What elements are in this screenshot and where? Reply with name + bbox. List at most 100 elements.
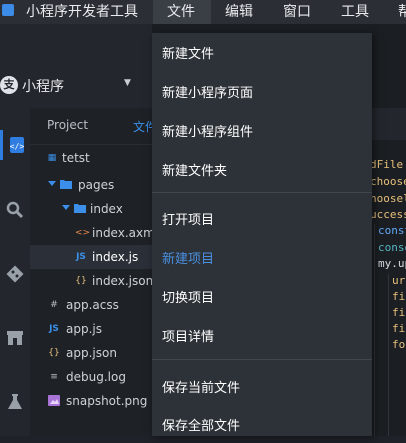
menu-window[interactable]: 窗口 xyxy=(283,0,311,24)
code-line: fo xyxy=(392,338,406,351)
menu-item-label: 项目详情 xyxy=(162,330,215,345)
tree-item-pages[interactable]: pages xyxy=(30,173,152,197)
search-icon xyxy=(6,201,24,219)
menu-item-label: 切换项目 xyxy=(162,291,215,306)
menu-item-label: 新建小程序组件 xyxy=(162,125,254,140)
tree-item-label: index.axml xyxy=(92,226,159,240)
menu-edit[interactable]: 编辑 xyxy=(225,0,253,24)
git-icon xyxy=(6,265,24,283)
tree-item-label: app.js xyxy=(66,322,102,336)
expand-arrow-icon xyxy=(48,181,56,186)
menu-help[interactable]: 帮 xyxy=(398,0,406,24)
menu-item-label: 新建文件夹 xyxy=(162,164,228,179)
expand-arrow-icon xyxy=(62,205,70,210)
log-icon: ≡ xyxy=(50,372,58,382)
json-icon: {} xyxy=(48,348,60,358)
menu-item-label: 打开项目 xyxy=(162,213,215,228)
tree-item-label: pages xyxy=(78,178,115,192)
code-line: hoosel xyxy=(370,192,406,205)
project-toolbar: 支 小程序 ▼ xyxy=(0,24,152,108)
code-line: choose xyxy=(370,175,406,188)
grid-icon: ▦ xyxy=(47,153,57,163)
code-line: fi xyxy=(392,306,406,319)
activity-test[interactable] xyxy=(0,387,30,417)
code-line: my.up xyxy=(378,257,406,270)
menu-item-label: 新建小程序页面 xyxy=(162,86,254,101)
activity-store[interactable] xyxy=(0,323,30,353)
code-line: fi xyxy=(392,322,406,335)
menu-tools[interactable]: 工具 xyxy=(341,0,369,24)
tree-item-label: index xyxy=(90,202,123,216)
caret-down-icon: ▼ xyxy=(124,78,131,88)
tree-item-tetst[interactable]: ▦ tetst xyxy=(30,146,152,170)
menu-item-label: 保存全部文件 xyxy=(162,419,241,434)
tree-item-app-js[interactable]: JS app.js xyxy=(30,317,152,341)
activity-bar: </> xyxy=(0,108,30,436)
file-explorer: Project 文件 ▦ tetst pages index <> index.… xyxy=(30,108,158,436)
tree-item-snapshot-png[interactable]: snapshot.png xyxy=(30,389,152,413)
tree-item-app-json[interactable]: {} app.json xyxy=(30,341,152,365)
indent-guide xyxy=(388,274,389,436)
menu-file[interactable]: 文件 xyxy=(153,0,211,24)
code-file-icon: </> xyxy=(9,137,24,153)
tree-item-label: tetst xyxy=(62,151,90,165)
tree-item-debug-log[interactable]: ≡ debug.log xyxy=(30,365,152,389)
menu-item-switch-project[interactable]: 切换项目 xyxy=(152,277,372,315)
menu-item-label: 新建文件 xyxy=(162,47,215,62)
editor-tab-strip xyxy=(370,108,406,140)
tree-item-index-axml[interactable]: <> index.axml xyxy=(30,221,158,245)
tree-item-app-acss[interactable]: # app.acss xyxy=(30,293,152,317)
tree-item-index-folder[interactable]: index xyxy=(30,197,152,221)
code-line: ur xyxy=(392,274,406,287)
tree-item-label: index.json xyxy=(92,274,154,288)
activity-explorer[interactable]: </> xyxy=(0,130,30,160)
menu-item-new-component[interactable]: 新建小程序组件 xyxy=(152,111,372,149)
code-line: dFile xyxy=(370,158,404,171)
explorer-tabs: Project 文件 xyxy=(30,108,157,145)
menu-app-name[interactable]: 小程序开发者工具 xyxy=(26,0,138,24)
tab-project[interactable]: Project xyxy=(47,118,88,132)
menu-item-save-all[interactable]: 保存全部文件 xyxy=(152,405,372,443)
tree-item-label: snapshot.png xyxy=(66,394,148,408)
file-menu-dropdown: 新建文件 新建小程序页面 新建小程序组件 新建文件夹 打开项目 新建项目 切换项… xyxy=(152,33,372,436)
menu-item-new-folder[interactable]: 新建文件夹 xyxy=(152,150,372,188)
activity-search[interactable] xyxy=(0,195,30,225)
svg-text:</>: </> xyxy=(9,142,24,151)
menu-separator xyxy=(152,359,372,360)
menu-item-label: 保存当前文件 xyxy=(162,381,241,396)
js-icon: JS xyxy=(76,252,86,262)
tree-item-index-json[interactable]: {} index.json xyxy=(30,269,154,293)
css-icon: # xyxy=(50,300,58,310)
menu-item-save-current[interactable]: 保存当前文件 xyxy=(152,367,372,405)
activity-git[interactable] xyxy=(0,259,30,289)
code-line: uccess xyxy=(370,208,406,221)
menu-item-label: 新建项目 xyxy=(162,252,215,267)
project-selector[interactable]: 支 小程序 ▼ xyxy=(0,72,140,102)
json-icon: {} xyxy=(75,276,87,286)
axml-icon: <> xyxy=(75,228,91,238)
tree-item-index-js[interactable]: JS index.js xyxy=(30,245,152,269)
folder-icon xyxy=(74,203,86,215)
menu-item-new-page[interactable]: 新建小程序页面 xyxy=(152,72,372,110)
tree-item-label: app.acss xyxy=(66,298,119,312)
indent-guide xyxy=(374,224,375,436)
alipay-logo-icon: 支 xyxy=(0,76,18,94)
code-line: fi xyxy=(392,290,406,303)
folder-icon xyxy=(60,179,72,191)
tree-item-label: debug.log xyxy=(66,370,126,384)
menu-item-new-project[interactable]: 新建项目 xyxy=(152,238,372,276)
menu-bar: 小程序开发者工具 文件 编辑 窗口 工具 帮 xyxy=(0,0,406,24)
menu-item-project-details[interactable]: 项目详情 xyxy=(152,316,372,354)
menu-item-new-file[interactable]: 新建文件 xyxy=(152,33,372,71)
code-line: conso xyxy=(378,241,406,254)
image-icon xyxy=(48,395,60,407)
tree-item-label: app.json xyxy=(66,346,117,360)
js-icon: JS xyxy=(49,324,59,334)
menu-item-open-project[interactable]: 打开项目 xyxy=(152,199,372,237)
store-icon xyxy=(7,331,23,345)
code-line: const xyxy=(378,224,406,237)
menu-separator xyxy=(152,192,372,193)
project-selector-label: 小程序 xyxy=(22,79,64,95)
app-logo-icon xyxy=(2,4,14,16)
tree-item-label: index.js xyxy=(92,250,139,264)
